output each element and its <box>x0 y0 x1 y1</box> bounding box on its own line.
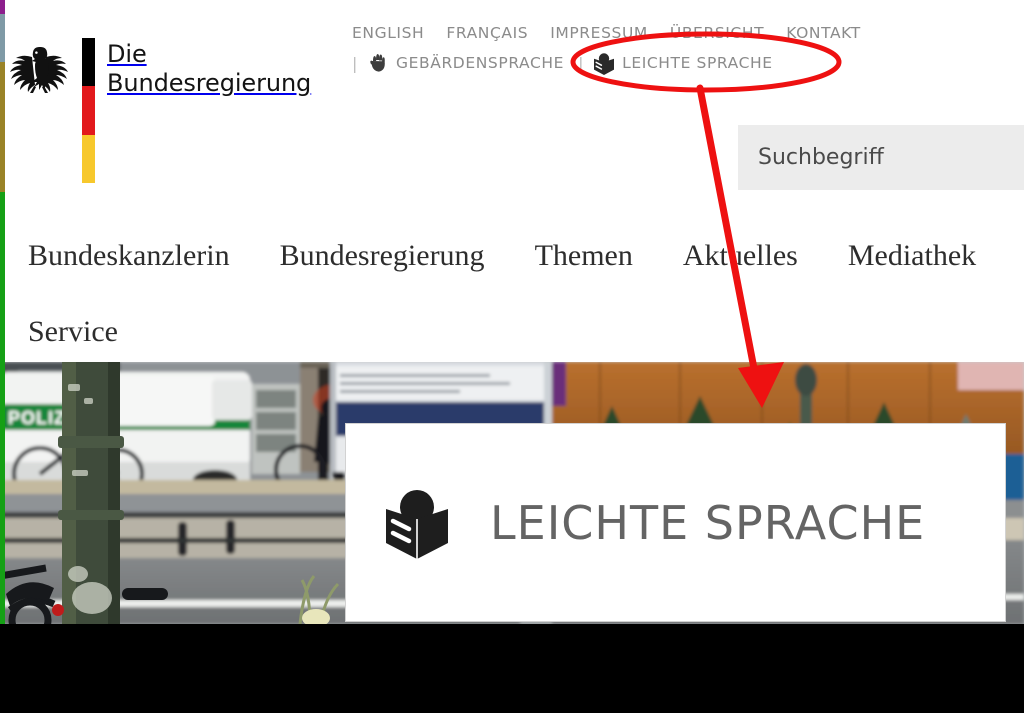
site-header: Die Bundesregierung ENGLISH FRANÇAIS IMP… <box>0 0 1024 362</box>
federal-eagle-icon <box>8 42 70 100</box>
meta-link-leichte-sprache-label: LEICHTE SPRACHE <box>622 54 773 72</box>
search-input[interactable] <box>758 145 1024 170</box>
nav-item-bundeskanzlerin[interactable]: Bundeskanzlerin <box>28 218 230 294</box>
screenshot-root: POLIZEI LEICHTE SPRACHE Die Bundesregier… <box>0 0 1024 713</box>
easy-language-book-icon <box>593 52 615 75</box>
meta-link-francais[interactable]: FRANÇAIS <box>446 24 528 42</box>
sign-language-hand-icon <box>367 52 389 74</box>
meta-nav-row-accessibility: | GEBÄRDENSPRACHE | LEICHTE SPRACHE <box>352 48 1024 78</box>
site-logo-text: Die Bundesregierung <box>107 38 311 99</box>
meta-link-uebersicht[interactable]: ÜBERSICHT <box>670 24 764 42</box>
left-edge-color-stripe <box>0 0 5 624</box>
logo-line-1: Die <box>107 40 147 68</box>
meta-separator-2: | <box>578 53 585 73</box>
logo-line-2: Bundesregierung <box>107 69 312 98</box>
meta-nav-row-primary: ENGLISH FRANÇAIS IMPRESSUM ÜBERSICHT KON… <box>352 18 1024 48</box>
meta-separator-1: | <box>352 53 358 73</box>
meta-link-impressum[interactable]: IMPRESSUM <box>550 24 648 42</box>
leichte-sprache-banner-label: LEICHTE SPRACHE <box>490 495 926 550</box>
easy-language-book-icon <box>384 485 450 561</box>
nav-item-bundesregierung[interactable]: Bundesregierung <box>280 218 485 294</box>
meta-link-kontakt[interactable]: KONTAKT <box>786 24 861 42</box>
meta-link-gebaerdensprache[interactable]: GEBÄRDENSPRACHE <box>367 52 564 74</box>
meta-link-english[interactable]: ENGLISH <box>352 24 424 42</box>
browser-page: POLIZEI LEICHTE SPRACHE Die Bundesregier… <box>0 0 1024 624</box>
meta-link-leichte-sprache[interactable]: LEICHTE SPRACHE <box>593 52 773 75</box>
nav-item-service[interactable]: Service <box>28 294 118 370</box>
nav-item-themen[interactable]: Themen <box>535 218 633 294</box>
main-navigation: Bundeskanzlerin Bundesregierung Themen A… <box>0 218 1024 370</box>
german-flag-bar <box>82 38 95 183</box>
nav-item-mediathek[interactable]: Mediathek <box>848 218 976 294</box>
nav-item-aktuelles[interactable]: Aktuelles <box>683 218 798 294</box>
site-logo[interactable]: Die Bundesregierung <box>8 38 311 183</box>
leichte-sprache-banner[interactable]: LEICHTE SPRACHE <box>345 423 1006 622</box>
search-form <box>738 125 1024 190</box>
meta-navigation: ENGLISH FRANÇAIS IMPRESSUM ÜBERSICHT KON… <box>352 18 1024 78</box>
meta-link-gebaerdensprache-label: GEBÄRDENSPRACHE <box>396 54 565 72</box>
